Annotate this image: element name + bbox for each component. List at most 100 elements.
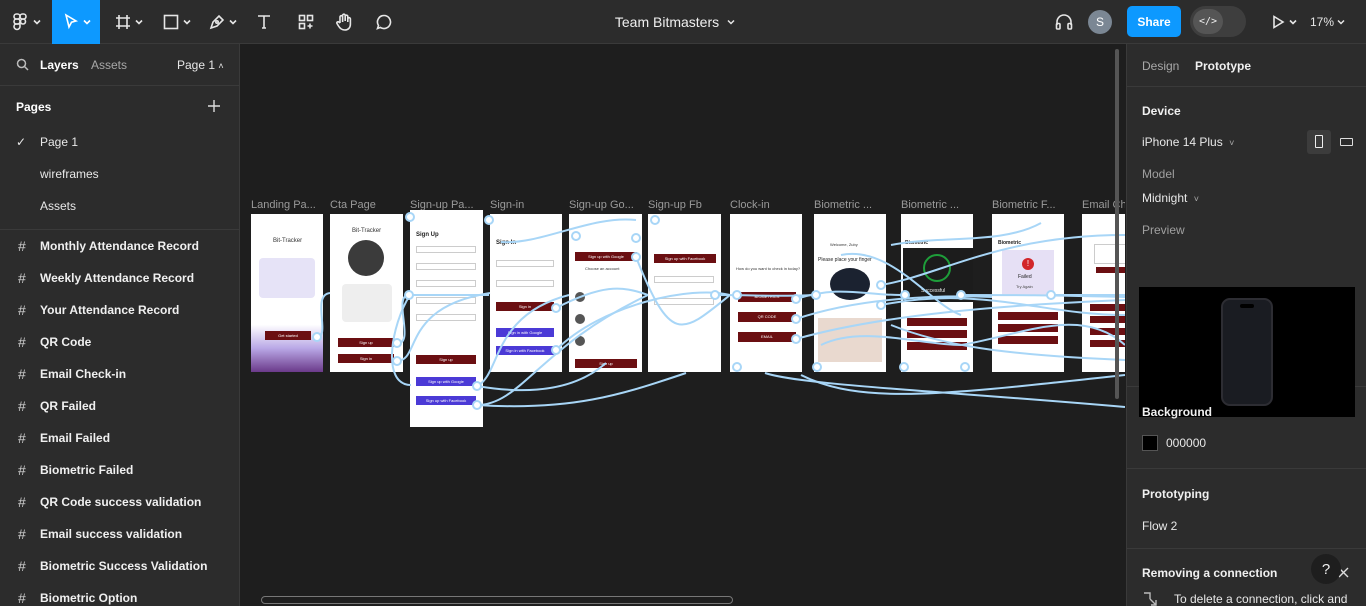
search-icon[interactable] — [16, 58, 29, 71]
connection-line[interactable] — [960, 323, 1125, 346]
tab-prototype[interactable]: Prototype — [1195, 59, 1251, 73]
layer-item[interactable]: # QR Failed — [0, 390, 239, 422]
page-item[interactable]: ✓ Page 1 — [0, 126, 239, 158]
connection-line[interactable] — [795, 295, 993, 320]
connection-handle[interactable] — [631, 233, 641, 243]
chevron-down-icon — [134, 19, 143, 25]
connection-handle[interactable] — [404, 290, 414, 300]
tab-assets[interactable]: Assets — [91, 58, 127, 72]
connection-handle[interactable] — [791, 314, 801, 324]
connection-handle[interactable] — [732, 362, 742, 372]
main-menu-button[interactable] — [0, 0, 50, 44]
connection-line[interactable] — [840, 252, 962, 316]
connection-handle[interactable] — [405, 212, 415, 222]
connection-handle[interactable] — [392, 338, 402, 348]
help-button[interactable]: ? — [1311, 554, 1341, 584]
connection-handle[interactable] — [631, 252, 641, 262]
connection-handle[interactable] — [960, 362, 970, 372]
page-item[interactable]: Assets — [0, 190, 239, 222]
connection-line[interactable] — [764, 372, 1125, 408]
dev-mode-toggle[interactable]: </> — [1190, 6, 1246, 37]
layer-item[interactable]: # Email Failed — [0, 422, 239, 454]
layer-item[interactable]: # Email success validation — [0, 518, 239, 550]
connection-handle[interactable] — [472, 381, 482, 391]
connection-handle[interactable] — [956, 290, 966, 300]
canvas[interactable]: Landing Pa... Bit-Tracker Get started Cta P… — [241, 45, 1125, 606]
layer-item[interactable]: # Your Attendance Record — [0, 294, 239, 326]
connection-icon — [1144, 592, 1157, 606]
move-tool-button[interactable] — [52, 0, 100, 44]
connection-handle[interactable] — [551, 345, 561, 355]
connection-handle[interactable] — [312, 332, 322, 342]
share-button[interactable]: Share — [1127, 6, 1181, 37]
connection-handle[interactable] — [710, 290, 720, 300]
audio-button[interactable] — [1052, 0, 1076, 44]
layer-item[interactable]: # Monthly Attendance Record — [0, 230, 239, 262]
shape-tool-button[interactable] — [156, 0, 196, 44]
preview-label: Preview — [1142, 223, 1185, 237]
zoom-menu[interactable]: 17% — [1310, 0, 1360, 44]
layer-item[interactable]: # QR Code success validation — [0, 486, 239, 518]
pen-tool-icon — [209, 14, 224, 30]
background-hex[interactable]: 000000 — [1166, 436, 1206, 450]
prototyping-heading: Prototyping — [1142, 487, 1210, 501]
connection-handle[interactable] — [1046, 290, 1056, 300]
present-button[interactable] — [1266, 0, 1300, 44]
connection-line[interactable] — [890, 222, 1042, 246]
connection-line[interactable] — [555, 291, 731, 351]
layer-item-label: Monthly Attendance Record — [40, 239, 199, 253]
connection-handle[interactable] — [650, 215, 660, 225]
connection-handle[interactable] — [812, 362, 822, 372]
connection-line[interactable] — [316, 292, 331, 338]
shape-tool-icon — [163, 14, 178, 30]
connection-handle[interactable] — [551, 303, 561, 313]
flow-item[interactable]: Flow 2 — [1142, 519, 1177, 533]
prototyping-section: Prototyping Flow 2 — [1127, 469, 1366, 549]
layer-item[interactable]: # Biometric Failed — [0, 454, 239, 486]
connection-handle[interactable] — [811, 290, 821, 300]
connection-handle[interactable] — [392, 356, 402, 366]
layer-item[interactable]: # Biometric Option — [0, 582, 239, 606]
text-tool-button[interactable] — [250, 0, 278, 44]
text-tool-icon — [258, 15, 270, 29]
page-selector[interactable]: Page 1 ˄ — [177, 58, 224, 72]
connection-handle[interactable] — [900, 290, 910, 300]
left-panel-tabs: Layers Assets Page 1 ˄ — [0, 44, 239, 86]
layer-item[interactable]: # Weekly Attendance Record — [0, 262, 239, 294]
connection-handle[interactable] — [876, 300, 886, 310]
device-dropdown[interactable]: iPhone 14 Plus ˅ — [1142, 135, 1234, 149]
portrait-toggle[interactable] — [1307, 130, 1331, 154]
toolbar: Team Bitmasters S Share </> 17% — [0, 0, 1366, 44]
file-title[interactable]: Team Bitmasters — [560, 0, 790, 44]
pen-tool-button[interactable] — [202, 0, 242, 44]
components-button[interactable] — [292, 0, 320, 44]
horizontal-scrollbar[interactable] — [261, 596, 733, 604]
layer-item[interactable]: # QR Code — [0, 326, 239, 358]
connection-handle[interactable] — [899, 362, 909, 372]
tab-design[interactable]: Design — [1142, 59, 1179, 73]
vertical-scrollbar[interactable] — [1115, 49, 1119, 399]
frame-tool-button[interactable] — [108, 0, 148, 44]
connection-handle[interactable] — [876, 280, 886, 290]
connection-handle[interactable] — [791, 334, 801, 344]
page-item[interactable]: wireframes — [0, 158, 239, 190]
connection-handle[interactable] — [732, 290, 742, 300]
tab-layers[interactable]: Layers — [40, 58, 79, 72]
connection-line[interactable] — [500, 218, 637, 244]
add-page-icon[interactable] — [207, 99, 221, 113]
background-color-row[interactable]: 000000 — [1142, 435, 1206, 451]
connection-handle[interactable] — [472, 400, 482, 410]
layer-item[interactable]: # Biometric Success Validation — [0, 550, 239, 582]
connection-handle[interactable] — [791, 294, 801, 304]
connection-line[interactable] — [396, 292, 491, 362]
model-dropdown[interactable]: Midnight ˅ — [1142, 191, 1199, 205]
hand-tool-button[interactable] — [330, 0, 358, 44]
connection-handle[interactable] — [484, 215, 494, 225]
layer-item-label: Weekly Attendance Record — [40, 271, 195, 285]
comment-tool-button[interactable] — [370, 0, 398, 44]
avatar[interactable]: S — [1088, 10, 1112, 34]
layer-item[interactable]: # Email Check-in — [0, 358, 239, 390]
landscape-toggle[interactable] — [1335, 130, 1359, 154]
connection-handle[interactable] — [571, 231, 581, 241]
background-swatch[interactable] — [1142, 435, 1158, 451]
